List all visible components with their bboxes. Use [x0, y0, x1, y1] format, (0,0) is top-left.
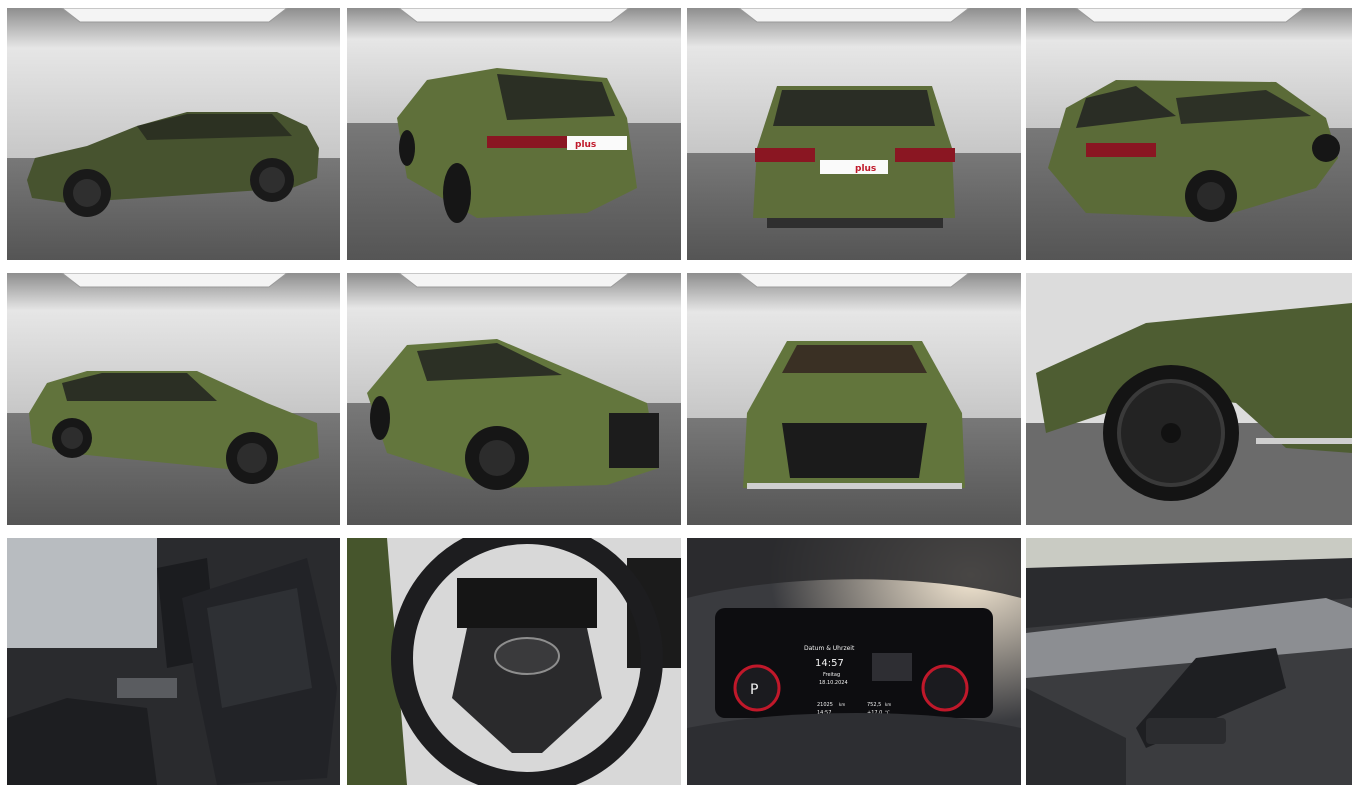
- svg-text:plus: plus: [575, 140, 596, 150]
- photo-side-left[interactable]: [7, 8, 340, 260]
- photo-rear-three-quarter-left[interactable]: plus: [347, 8, 681, 260]
- cluster-odometer: 21025: [817, 702, 833, 708]
- gear-indicator: P: [750, 682, 758, 698]
- photo-wheel-closeup[interactable]: [1026, 273, 1352, 525]
- cluster-day: Freitag: [823, 672, 840, 678]
- photo-rear[interactable]: plus: [687, 8, 1021, 260]
- photo-steering-wheel[interactable]: [347, 538, 681, 785]
- cluster-time: 14:57: [815, 658, 844, 669]
- photo-front-three-quarter-right[interactable]: [7, 273, 340, 525]
- photo-gallery: plus plus P Datum & Uhrzeit 14:57 Freita…: [0, 0, 1352, 785]
- cluster-odometer-unit: km: [839, 702, 845, 707]
- photo-door-panel[interactable]: [1026, 538, 1352, 785]
- cluster-menu-title: Datum & Uhrzeit: [804, 645, 855, 652]
- plate-label: plus: [855, 164, 876, 174]
- photo-rear-three-quarter-right[interactable]: [1026, 8, 1352, 260]
- photo-front-three-quarter-left[interactable]: [347, 273, 681, 525]
- cluster-trip-km: 752,5: [867, 702, 881, 708]
- photo-instrument-cluster[interactable]: P Datum & Uhrzeit 14:57 Freitag 18.10.20…: [687, 538, 1021, 785]
- photo-front[interactable]: [687, 273, 1021, 525]
- cluster-trip-unit: km: [885, 702, 891, 707]
- cluster-date: 18.10.2024: [819, 680, 848, 686]
- photo-front-seats[interactable]: [7, 538, 340, 785]
